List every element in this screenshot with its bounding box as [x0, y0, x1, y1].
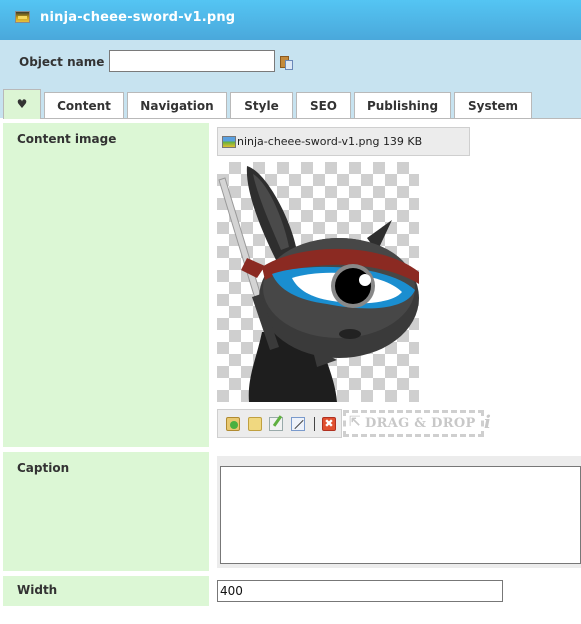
object-name-input[interactable]	[109, 50, 275, 72]
tab-favorites[interactable]: ♥	[3, 89, 41, 119]
paste-icon[interactable]	[280, 55, 294, 70]
tab-label: Style	[244, 99, 279, 113]
tab-divider	[41, 118, 581, 119]
window-title: ninja-cheee-sword-v1.png	[40, 10, 236, 25]
content-image-label-cell: Content image	[3, 123, 209, 447]
drag-arrow-icon: ⇱	[349, 414, 361, 430]
width-label-cell: Width	[3, 576, 209, 606]
tab-system[interactable]: System	[454, 92, 532, 118]
tab-label: SEO	[309, 99, 338, 113]
tab-style[interactable]: Style	[230, 92, 293, 118]
content-image-label: Content image	[17, 132, 117, 146]
crop-icon[interactable]	[291, 417, 305, 431]
caption-editor	[217, 456, 581, 568]
width-input[interactable]	[217, 580, 503, 602]
eye-highlight	[359, 274, 371, 286]
drag-drop-label: DRAG & DROP	[365, 416, 476, 431]
caption-label-cell: Caption	[3, 452, 209, 571]
image-file-icon	[15, 11, 30, 23]
tab-content[interactable]: Content	[44, 92, 124, 118]
tab-bar: ♥ Content Navigation Style SEO Publishin…	[0, 89, 581, 119]
caption-textarea[interactable]	[220, 466, 581, 564]
ninja-pupil	[335, 268, 371, 304]
drag-drop-zone[interactable]: ⇱ DRAG & DROP	[343, 410, 484, 437]
file-info-bar: ninja-cheee-sword-v1.png 139 KB	[217, 127, 470, 156]
ninja-illustration	[218, 166, 419, 402]
image-thumb-icon	[222, 136, 236, 148]
edit-icon[interactable]	[269, 417, 283, 431]
upload-icon[interactable]	[226, 417, 240, 431]
image-toolbar: ✖	[217, 409, 342, 438]
caption-label: Caption	[17, 461, 70, 475]
tab-label: System	[468, 99, 518, 113]
object-name-label: Object name	[19, 55, 105, 69]
heart-icon: ♥	[16, 97, 28, 111]
tab-seo[interactable]: SEO	[296, 92, 351, 118]
tab-publishing[interactable]: Publishing	[354, 92, 451, 118]
image-preview[interactable]	[217, 162, 419, 402]
file-name-size[interactable]: ninja-cheee-sword-v1.png 139 KB	[237, 135, 422, 148]
tab-label: Navigation	[140, 99, 214, 113]
tab-label: Content	[57, 99, 111, 113]
width-label: Width	[17, 583, 58, 597]
tab-label: Publishing	[366, 99, 439, 113]
paper-shape	[285, 60, 293, 70]
window-titlebar: ninja-cheee-sword-v1.png	[0, 0, 581, 40]
tab-navigation[interactable]: Navigation	[127, 92, 227, 118]
info-icon[interactable]: i	[484, 412, 491, 433]
browse-folder-icon[interactable]	[248, 417, 262, 431]
toolbar-separator	[314, 417, 315, 431]
delete-icon[interactable]: ✖	[322, 417, 336, 431]
ninja-mouth	[339, 329, 361, 339]
